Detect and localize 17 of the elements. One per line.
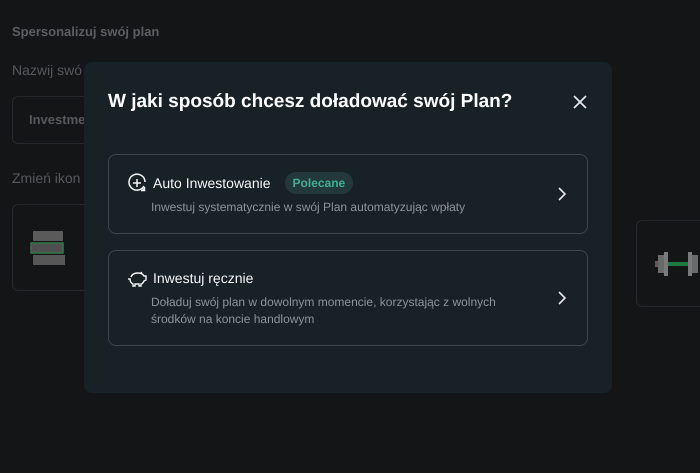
option-title: Inwestuj ręcznie: [153, 269, 254, 288]
chevron-right-icon: [557, 186, 567, 202]
plus-cycle-icon: [127, 173, 147, 193]
close-icon: [573, 95, 587, 109]
option-card[interactable]: Inwestuj ręcznie Doładuj swój plan w dowolnym momencie, korzystając z wolnych środków na koncie handlowym: [108, 250, 588, 346]
chevron-right-icon: [557, 290, 567, 306]
option-description: Doładuj swój plan w dowolnym momencie, korzystając z wolnych środków na koncie handlowym: [150, 294, 497, 328]
page-title: Spersonalizuj swój plan: [12, 24, 160, 40]
icon-tile[interactable]: [636, 220, 700, 307]
field-label: Nazwij swó: [12, 61, 84, 80]
recommended-badge: Polecane: [284, 172, 354, 194]
dumbbell-icon: [653, 252, 700, 276]
dialog-title: W jaki sposób chcesz doładować swój Plan?: [108, 90, 512, 114]
option-title: Auto Inwestowanie: [153, 174, 271, 192]
option-card[interactable]: Auto Inwestowanie Polecane Inwestuj systematycznie w swój Plan automatyzując wpłaty: [108, 154, 588, 234]
field-label: Zmień ikon: [12, 169, 82, 188]
option-description: Inwestuj systematycznie w swój Plan automatyzując wpłaty: [150, 199, 466, 216]
